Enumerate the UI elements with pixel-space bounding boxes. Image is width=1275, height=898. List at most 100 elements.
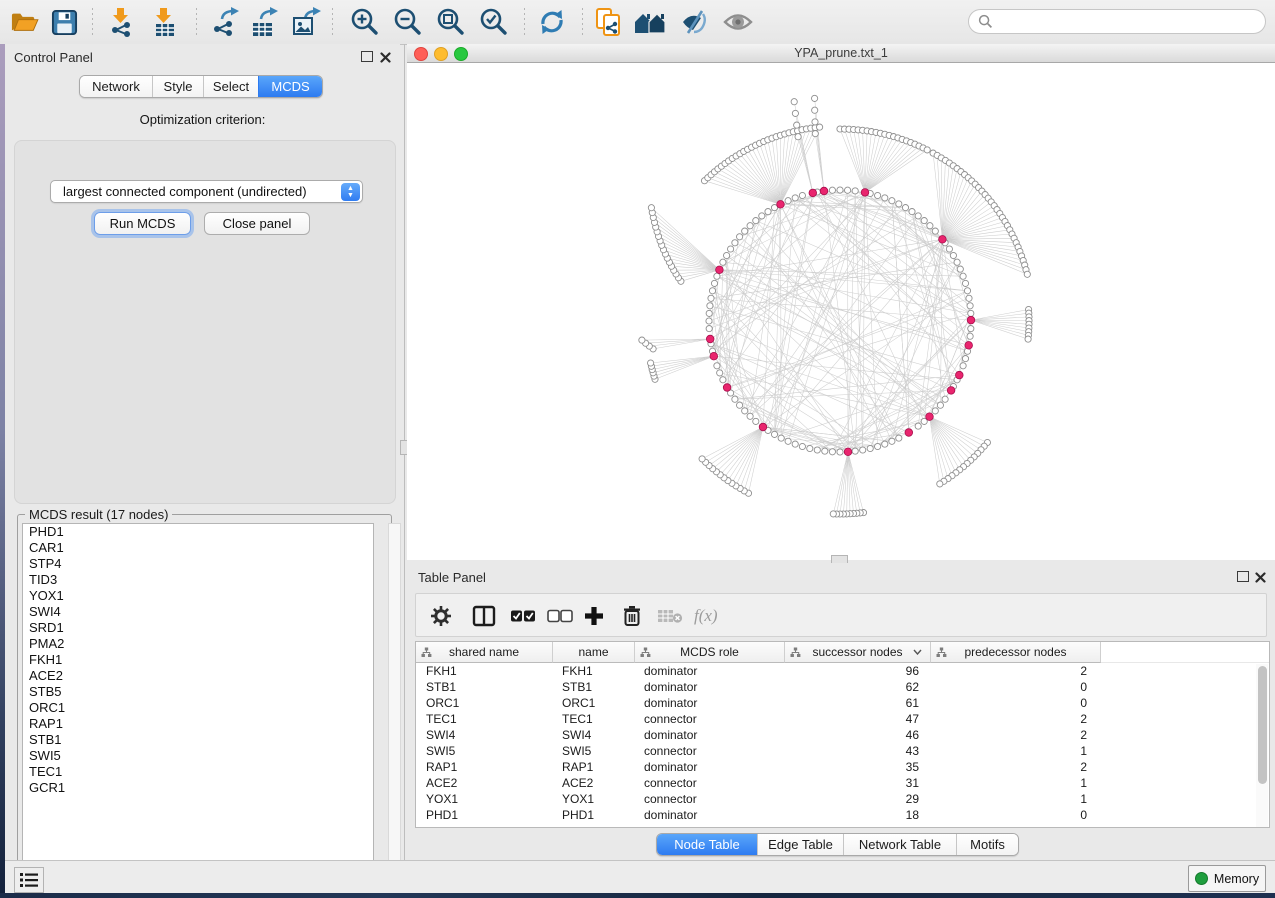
run-mcds-button[interactable]: Run MCDS [94, 212, 191, 235]
cell-shared: TEC1 [416, 712, 553, 726]
tab-style[interactable]: Style [152, 76, 203, 97]
float-table-panel-icon[interactable] [1237, 571, 1249, 582]
new-network-from-selection-button[interactable] [591, 5, 627, 39]
mcds-result-item[interactable]: CAR1 [23, 540, 373, 556]
cell-name: TEC1 [553, 712, 635, 726]
close-table-panel-icon[interactable] [1255, 570, 1266, 588]
tab-edge-table[interactable]: Edge Table [757, 834, 843, 855]
show-columns-button[interactable] [472, 602, 496, 630]
tab-node-table[interactable]: Node Table [657, 834, 757, 855]
cell-shared: ACE2 [416, 776, 553, 790]
import-network-from-file-button[interactable] [104, 5, 140, 39]
mcds-result-item[interactable]: ORC1 [23, 700, 373, 716]
column-header-mcds-role[interactable]: MCDS role [635, 642, 785, 663]
delete-column-button[interactable] [622, 602, 642, 630]
zoom-selected-icon [479, 7, 509, 37]
add-column-button[interactable] [584, 602, 604, 630]
houses-icon [633, 9, 667, 35]
column-header-successor-nodes[interactable]: successor nodes [785, 642, 931, 663]
mcds-result-item[interactable]: TEC1 [23, 764, 373, 780]
cell-name: ORC1 [553, 696, 635, 710]
shared-attribute-icon [421, 647, 432, 658]
close-panel-button[interactable]: Close panel [204, 212, 310, 235]
mcds-result-list[interactable]: PHD1CAR1STP4TID3YOX1SWI4SRD1PMA2FKH1ACE2… [22, 523, 374, 875]
search-input[interactable] [968, 9, 1266, 34]
open-file-button[interactable] [6, 5, 42, 39]
export-table-button[interactable] [246, 5, 282, 39]
export-image-button[interactable] [288, 5, 324, 39]
column-header-shared-name[interactable]: shared name [416, 642, 553, 663]
column-header-name[interactable]: name [553, 642, 635, 663]
first-neighbors-button[interactable] [632, 5, 668, 39]
mcds-result-item[interactable]: PHD1 [23, 524, 373, 540]
mcds-list-scrollbar[interactable] [388, 523, 401, 875]
window-minimize-traffic-light[interactable] [434, 47, 448, 61]
zoom-in-button[interactable] [347, 5, 383, 39]
select-stepper-icon: ▲▼ [341, 183, 360, 201]
tab-mcds[interactable]: MCDS [258, 76, 322, 97]
table-row[interactable]: ACE2ACE2connector311 [416, 775, 1269, 791]
mcds-result-item[interactable]: FKH1 [23, 652, 373, 668]
table-row[interactable]: RAP1RAP1dominator352 [416, 759, 1269, 775]
unselect-all-columns-button[interactable] [547, 602, 573, 630]
save-session-button[interactable] [46, 5, 82, 39]
table-scrollbar-thumb[interactable] [1258, 666, 1267, 784]
mcds-result-item[interactable]: STB5 [23, 684, 373, 700]
cell-name: YOX1 [553, 792, 635, 806]
tab-network-table[interactable]: Network Table [843, 834, 956, 855]
zoom-out-button[interactable] [390, 5, 426, 39]
import-table-from-file-button[interactable] [147, 5, 183, 39]
tab-motifs[interactable]: Motifs [956, 834, 1018, 855]
mcds-result-item[interactable]: SWI4 [23, 604, 373, 620]
mcds-result-item[interactable]: STP4 [23, 556, 373, 572]
network-window-titlebar[interactable]: YPA_prune.txt_1 [407, 44, 1275, 63]
table-row[interactable]: SWI4SWI4dominator462 [416, 727, 1269, 743]
table-settings-button[interactable] [430, 602, 452, 630]
mcds-result-item[interactable]: TID3 [23, 572, 373, 588]
tab-network[interactable]: Network [80, 76, 152, 97]
zoom-selected-button[interactable] [476, 5, 512, 39]
cell-role: dominator [635, 760, 785, 774]
mcds-result-item[interactable]: STB1 [23, 732, 373, 748]
cell-shared: STB1 [416, 680, 553, 694]
mcds-result-item[interactable]: GCR1 [23, 780, 373, 796]
zoom-fit-button[interactable] [433, 5, 469, 39]
table-row[interactable]: YOX1YOX1connector291 [416, 791, 1269, 807]
mcds-result-item[interactable]: SRD1 [23, 620, 373, 636]
mcds-result-item[interactable]: SWI5 [23, 748, 373, 764]
control-panel: Control Panel Network Style Select MCDS … [5, 44, 400, 860]
function-builder-button[interactable]: f(x) [694, 602, 718, 630]
delete-table-button[interactable] [657, 602, 683, 630]
network-graph-svg[interactable] [407, 62, 1275, 560]
toolbar-separator [196, 8, 197, 35]
table-row[interactable]: FKH1FKH1dominator962 [416, 663, 1269, 679]
refresh-view-button[interactable] [534, 5, 570, 39]
export-network-button[interactable] [207, 5, 243, 39]
tab-select[interactable]: Select [203, 76, 258, 97]
mcds-result-item[interactable]: PMA2 [23, 636, 373, 652]
close-panel-icon[interactable] [380, 50, 391, 68]
mcds-result-item[interactable]: YOX1 [23, 588, 373, 604]
node-table: shared name name MCDS role successor nod… [415, 641, 1270, 828]
memory-button[interactable]: Memory [1188, 865, 1266, 892]
unchecked-boxes-icon [547, 609, 573, 623]
table-row[interactable]: PHD1PHD1dominator180 [416, 807, 1269, 823]
float-panel-icon[interactable] [361, 51, 373, 62]
select-all-columns-button[interactable] [510, 602, 536, 630]
window-close-traffic-light[interactable] [414, 47, 428, 61]
table-row[interactable]: TEC1TEC1connector472 [416, 711, 1269, 727]
optimization-criterion-select[interactable]: largest connected component (undirected)… [50, 180, 363, 203]
mcds-result-item[interactable]: ACE2 [23, 668, 373, 684]
table-scrollbar-track[interactable] [1256, 664, 1268, 827]
column-header-predecessor-nodes[interactable]: predecessor nodes [931, 642, 1101, 663]
hide-details-button[interactable] [676, 5, 712, 39]
mcds-result-item[interactable]: RAP1 [23, 716, 373, 732]
table-row[interactable]: STB1STB1dominator620 [416, 679, 1269, 695]
show-details-button[interactable] [720, 5, 756, 39]
table-row[interactable]: ORC1ORC1dominator610 [416, 695, 1269, 711]
window-zoom-traffic-light[interactable] [454, 47, 468, 61]
table-row[interactable]: SWI5SWI5connector431 [416, 743, 1269, 759]
save-floppy-icon [51, 9, 78, 36]
task-history-button[interactable] [14, 867, 44, 893]
list-icon [19, 872, 39, 888]
